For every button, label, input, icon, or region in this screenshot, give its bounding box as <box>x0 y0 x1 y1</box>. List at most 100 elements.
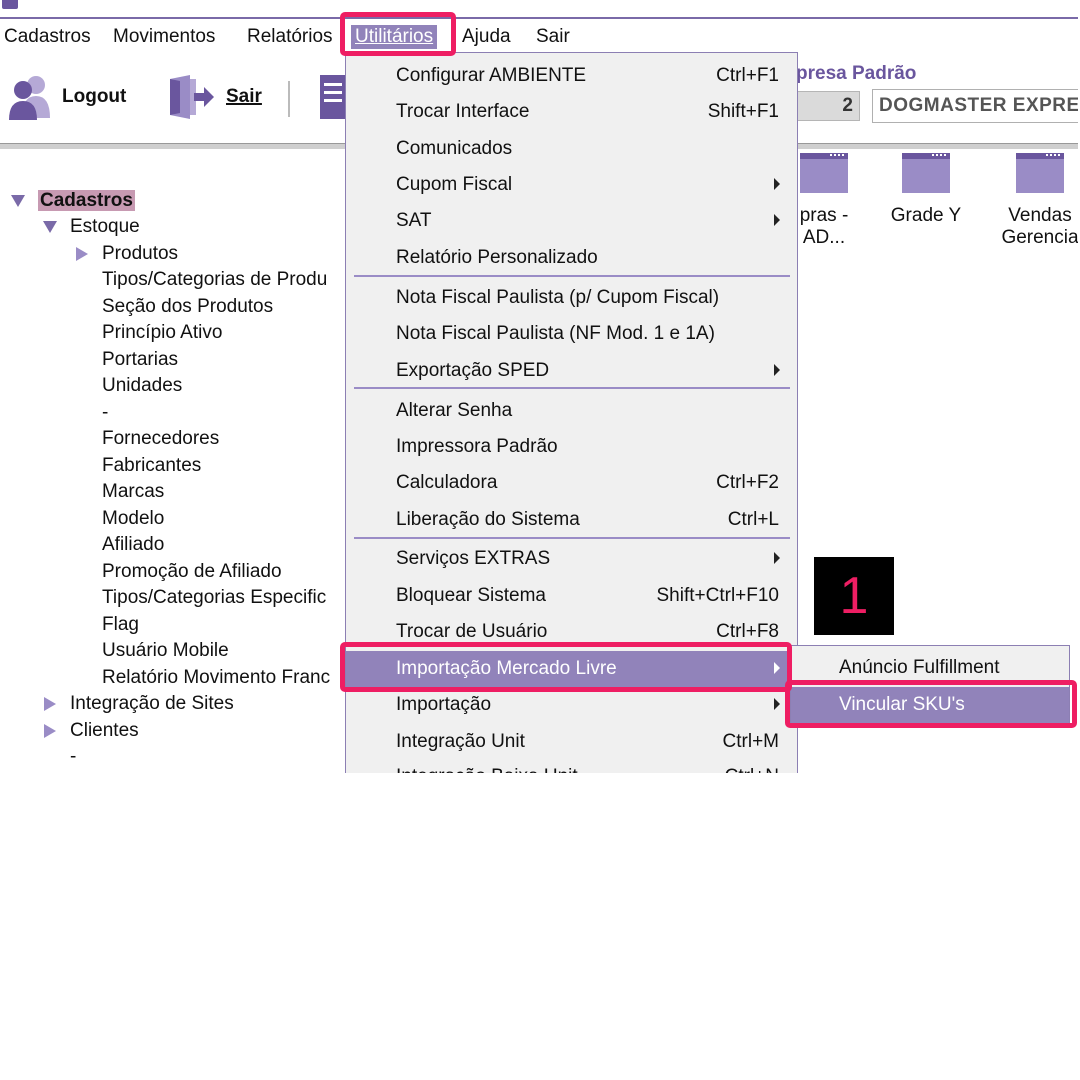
menu-item-integracao-unit[interactable]: Integração Unit Ctrl+M <box>346 724 797 760</box>
shortcut-label: Ctrl+L <box>727 509 779 530</box>
shortcut-label: Ctrl+N <box>725 759 779 773</box>
submenu-arrow-icon <box>774 214 780 226</box>
menu-item-calculadora[interactable]: Calculadora Ctrl+F2 <box>346 465 797 501</box>
tree-item[interactable]: Seção dos Produtos <box>102 294 273 320</box>
menu-bar: Cadastros Movimentos Relatórios Utilitár… <box>0 21 1078 53</box>
tree-item[interactable]: - <box>70 744 76 770</box>
window-icon <box>902 153 950 193</box>
tree-item[interactable]: Usuário Mobile <box>102 638 229 664</box>
menu-item-label: Comunicados <box>396 138 513 159</box>
desktop-icon-label: Gerencia <box>1001 227 1078 248</box>
menu-item-alterar-senha[interactable]: Alterar Senha <box>346 393 797 429</box>
app-logo-icon <box>2 0 18 9</box>
menu-item-bloquear-sistema[interactable]: Bloquear Sistema Shift+Ctrl+F10 <box>346 578 797 614</box>
tree-item[interactable]: Flag <box>102 612 139 638</box>
menu-item-relatorio-personalizado[interactable]: Relatório Personalizado <box>346 240 797 276</box>
desktop-icon-label: Grade Y <box>890 205 962 226</box>
expand-right-icon[interactable] <box>44 724 56 738</box>
menu-item-sat[interactable]: SAT <box>346 203 797 239</box>
menu-item-label: SAT <box>396 210 432 231</box>
logout-button[interactable]: Logout <box>8 71 126 123</box>
empresa-label: presa Padrão <box>796 63 917 84</box>
sair-label: Sair <box>226 86 262 107</box>
menu-separator <box>354 537 790 539</box>
menu-item-configurar-ambiente[interactable]: Configurar AMBIENTE Ctrl+F1 <box>346 58 797 94</box>
exit-door-icon <box>170 75 214 119</box>
list-icon[interactable] <box>320 75 346 119</box>
utilitarios-dropdown: Configurar AMBIENTE Ctrl+F1 Trocar Inter… <box>345 52 798 773</box>
menu-item-label: Importação <box>396 694 492 715</box>
tree-item[interactable]: Modelo <box>102 506 164 532</box>
toolbar-separator <box>288 81 290 117</box>
menu-sair[interactable]: Sair <box>536 25 570 49</box>
menu-item-label: Alterar Senha <box>396 400 513 421</box>
menu-item-impressora-padrao[interactable]: Impressora Padrão <box>346 429 797 465</box>
expand-right-icon[interactable] <box>76 247 88 261</box>
tree-item-clientes[interactable]: Clientes <box>70 718 139 744</box>
menu-item-label: Importação Mercado Livre <box>396 658 617 679</box>
expand-down-icon[interactable] <box>43 221 57 233</box>
empresa-number-field[interactable]: 2 <box>796 91 860 121</box>
tree-item[interactable]: Promoção de Afiliado <box>102 559 282 585</box>
shortcut-label: Ctrl+F8 <box>716 621 779 642</box>
menu-item-integracao-baixa-unit[interactable]: Integração Baixa Unit Ctrl+N <box>346 759 797 773</box>
submenu-arrow-icon <box>774 662 780 674</box>
tree-item[interactable]: Relatório Movimento Franc <box>102 665 330 691</box>
tree-item[interactable]: Tipos/Categorias Especific <box>102 585 326 611</box>
window-icon <box>800 153 848 193</box>
menu-item-importacao-mercado-livre[interactable]: Importação Mercado Livre <box>346 651 797 687</box>
menu-item-liberacao-sistema[interactable]: Liberação do Sistema Ctrl+L <box>346 502 797 538</box>
menu-item-cupom-fiscal[interactable]: Cupom Fiscal <box>346 167 797 203</box>
menu-item-label: Cupom Fiscal <box>396 174 513 195</box>
menu-item-label: Trocar Interface <box>396 101 530 122</box>
menu-utilitarios[interactable]: Utilitários <box>351 25 438 49</box>
tree-item-produtos[interactable]: Produtos <box>102 241 178 267</box>
tree-item[interactable]: Princípio Ativo <box>102 320 222 346</box>
tree-item-estoque[interactable]: Estoque <box>70 214 140 240</box>
sair-button[interactable]: Sair <box>168 71 262 123</box>
empresa-name-field[interactable]: DOGMASTER EXPRE <box>872 89 1078 123</box>
window-icon <box>1016 153 1064 193</box>
menu-relatorios[interactable]: Relatórios <box>247 25 333 49</box>
menu-item-comunicados[interactable]: Comunicados <box>346 131 797 167</box>
tree-item[interactable]: Fornecedores <box>102 426 219 452</box>
desktop-icon-label: Vendas <box>1008 205 1072 226</box>
menu-ajuda[interactable]: Ajuda <box>462 25 511 49</box>
menu-separator <box>354 275 790 277</box>
title-strip <box>0 0 1078 19</box>
expand-right-icon[interactable] <box>44 697 56 711</box>
tree-item-integracao[interactable]: Integração de Sites <box>70 691 234 717</box>
menu-item-label: Liberação do Sistema <box>396 509 580 530</box>
submenu-arrow-icon <box>774 698 780 710</box>
tree-item[interactable]: Marcas <box>102 479 164 505</box>
menu-item-trocar-interface[interactable]: Trocar Interface Shift+F1 <box>346 94 797 130</box>
menu-item-importacao[interactable]: Importação <box>346 687 797 723</box>
tree-item[interactable]: Tipos/Categorias de Produ <box>102 267 327 293</box>
menu-item-nfp-cupom[interactable]: Nota Fiscal Paulista (p/ Cupom Fiscal) <box>346 280 797 316</box>
submenu-item-anuncio-fulfillment[interactable]: Anúncio Fulfillment <box>791 650 1069 686</box>
mercado-livre-submenu: Anúncio Fulfillment Vincular SKU's <box>790 645 1070 725</box>
tree-item[interactable]: Afiliado <box>102 532 164 558</box>
expand-down-icon[interactable] <box>11 195 25 207</box>
desktop-icon-vendas[interactable]: Vendas Gerencia <box>990 153 1078 263</box>
tree-item[interactable]: - <box>102 400 108 426</box>
shortcut-label: Ctrl+F2 <box>716 472 779 493</box>
shortcut-label: Shift+Ctrl+F10 <box>656 585 780 606</box>
menu-movimentos[interactable]: Movimentos <box>113 25 215 49</box>
tree-item-label: Cadastros <box>38 190 135 211</box>
tree-item[interactable]: Portarias <box>102 347 178 373</box>
menu-cadastros[interactable]: Cadastros <box>4 25 91 49</box>
desktop-icon-grade-y[interactable]: Grade Y <box>876 153 976 263</box>
tree-item[interactable]: Unidades <box>102 373 182 399</box>
menu-item-nfp-mod1[interactable]: Nota Fiscal Paulista (NF Mod. 1 e 1A) <box>346 316 797 352</box>
menu-item-label: Bloquear Sistema <box>396 585 546 606</box>
submenu-item-vincular-skus[interactable]: Vincular SKU's <box>791 687 1069 723</box>
shortcut-label: Ctrl+F1 <box>716 65 779 86</box>
menu-item-label: Integração Baixa Unit <box>396 759 578 773</box>
menu-item-servicos-extras[interactable]: Serviços EXTRAS <box>346 541 797 577</box>
menu-item-exportacao-sped[interactable]: Exportação SPED <box>346 353 797 389</box>
tree-item-cadastros[interactable]: Cadastros <box>38 188 135 214</box>
menu-item-trocar-usuario[interactable]: Trocar de Usuário Ctrl+F8 <box>346 614 797 650</box>
menu-separator <box>354 387 790 389</box>
tree-item[interactable]: Fabricantes <box>102 453 201 479</box>
